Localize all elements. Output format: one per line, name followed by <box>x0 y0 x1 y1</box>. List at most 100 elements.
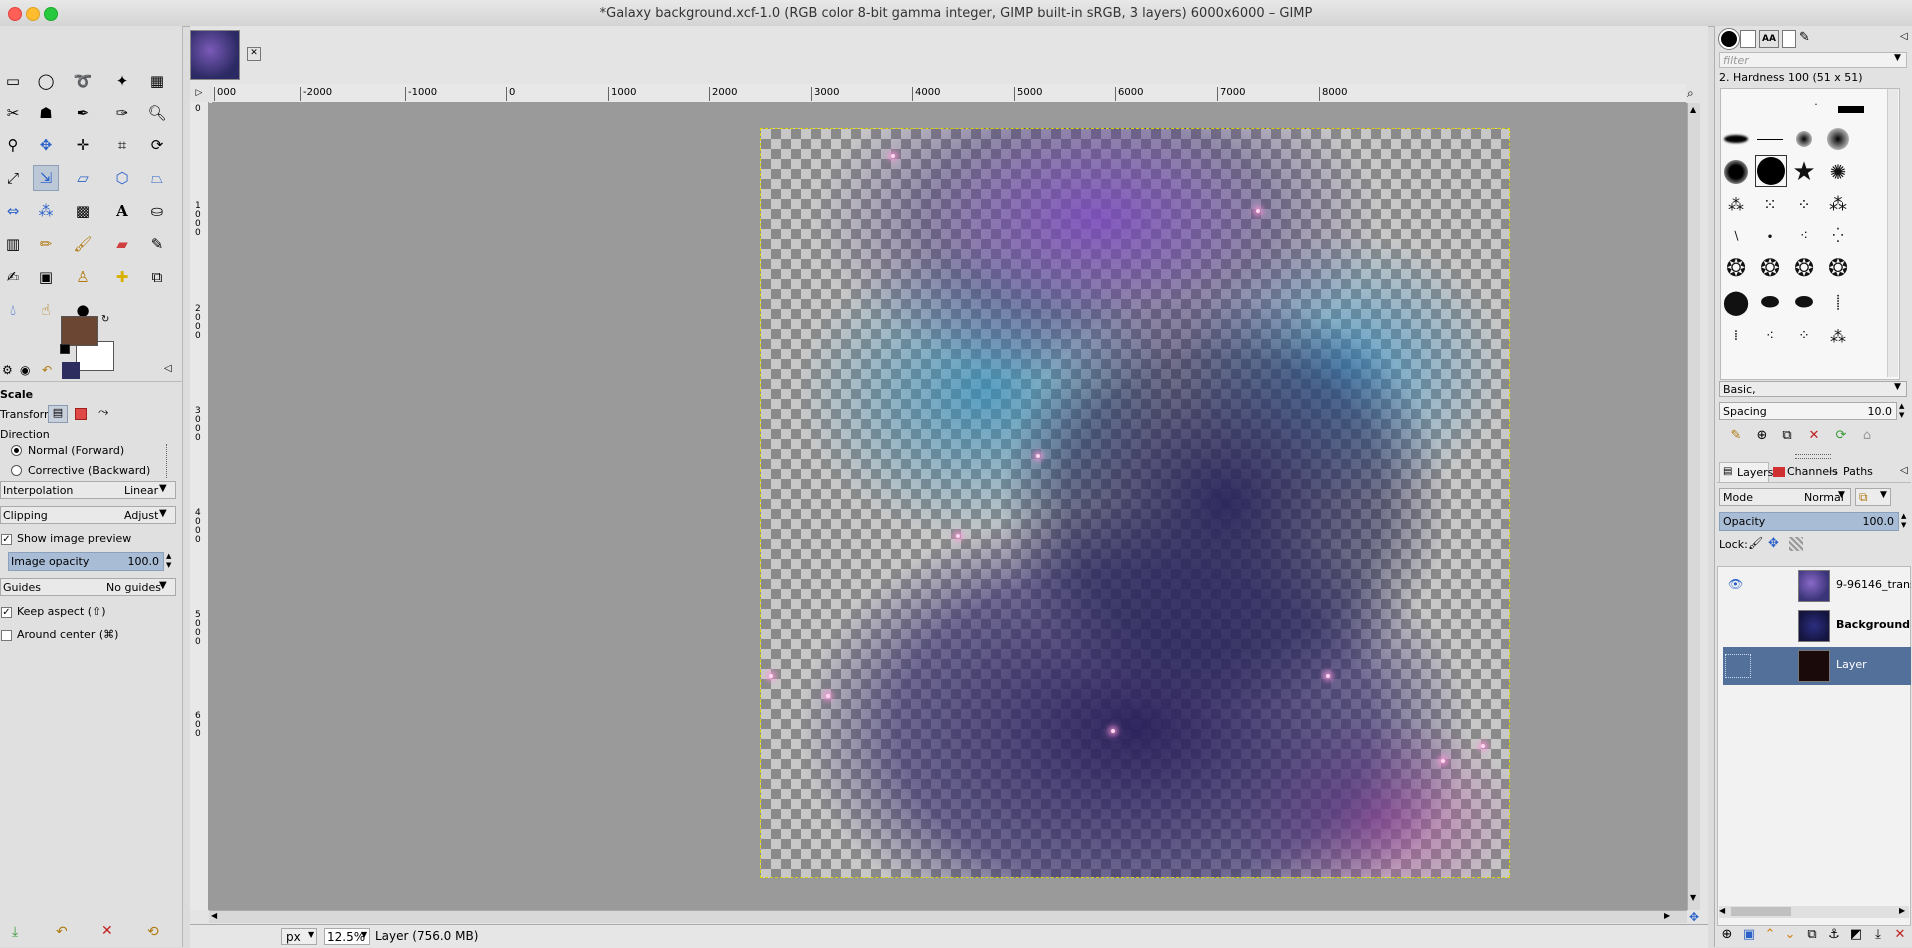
fonts-tab-icon[interactable]: AA <box>1759 30 1779 48</box>
layer-row-selected[interactable]: Layer <box>1723 647 1911 685</box>
transform-path-icon[interactable]: ⤳ <box>98 405 108 420</box>
gradient-checker-tool[interactable]: ▩ <box>70 198 96 224</box>
direction-normal-radio[interactable] <box>11 445 22 456</box>
raise-layer-icon[interactable]: ⌃ <box>1761 925 1779 943</box>
scroll-up-icon[interactable]: ▲ <box>1690 105 1696 114</box>
brush-item[interactable]: ★ <box>1789 157 1819 187</box>
eraser-tool[interactable]: ▰ <box>109 231 135 257</box>
layer-mode-combo[interactable]: Mode Normal ▼ <box>1719 488 1851 506</box>
brush-grid[interactable]: · ★ ✺ ⁂ ⁙ ⁘ ⁂ ∖ ∙ ⁖ ⁛ ❂ ❂ ❂ ❂ ⬤ ⬬ ⬬ ⸽ ⁞ … <box>1720 88 1900 380</box>
default-colors-icon[interactable] <box>60 344 70 354</box>
interpolation-combo[interactable]: Interpolation Linear ▼ <box>0 481 176 499</box>
align-tool[interactable]: ✛ <box>70 132 96 158</box>
brush-item[interactable]: ❂ <box>1721 253 1751 283</box>
ellipse-select-tool[interactable]: ◯ <box>33 68 59 94</box>
merge-layer-icon[interactable]: ⤓ <box>1869 925 1887 943</box>
layer-row[interactable]: Background <box>1723 607 1911 645</box>
measure-tool[interactable]: ⚲ <box>0 132 26 158</box>
configure-tab-icon[interactable]: ◁ <box>1900 465 1908 476</box>
perspective-clone-tool[interactable]: ⧉ <box>144 264 170 290</box>
transform-layer-icon[interactable]: ▤ <box>48 405 68 423</box>
close-icon[interactable]: ✕ <box>247 47 261 61</box>
tab-channels[interactable]: Channels <box>1771 462 1838 482</box>
perspective-tool[interactable]: ⏢ <box>144 165 170 191</box>
refresh-brushes-icon[interactable]: ⟳ <box>1832 426 1850 444</box>
shear-tool[interactable]: ▱ <box>70 165 96 191</box>
brush-item[interactable] <box>1823 124 1853 154</box>
unit-combo[interactable]: px ▼ <box>281 928 317 945</box>
brush-item[interactable]: ⁂ <box>1721 189 1751 219</box>
zoom-image-icon[interactable]: ⌕ <box>1687 86 1694 101</box>
bucket-fill-tool[interactable]: ⛀ <box>144 198 170 224</box>
vertical-scrollbar[interactable]: ▲ ▼ <box>1687 103 1700 910</box>
brush-item[interactable]: ❂ <box>1755 253 1785 283</box>
brush-item[interactable]: ❂ <box>1823 253 1853 283</box>
opacity-spinner[interactable]: ▲ ▼ <box>1901 512 1906 530</box>
canvas[interactable] <box>209 103 1687 910</box>
paintbrush-tool[interactable]: 🖌︎ <box>70 231 96 257</box>
brush-grid-scrollbar[interactable] <box>1887 89 1898 377</box>
horizontal-scrollbar[interactable]: ◀ ▶ <box>209 910 1687 923</box>
brush-item[interactable]: ⁞ <box>1721 321 1751 351</box>
configure-tab-icon[interactable]: ◁ <box>164 363 172 374</box>
scroll-right-icon[interactable]: ▶ <box>1899 906 1905 915</box>
lower-layer-icon[interactable]: ⌄ <box>1781 925 1799 943</box>
layer-row[interactable]: 👁︎ 9-96146_transpa <box>1723 567 1911 605</box>
mypaint-brush-tool[interactable]: ▣ <box>33 264 59 290</box>
duplicate-layer-icon[interactable]: ⧉ <box>1803 925 1821 943</box>
brush-item-selected[interactable] <box>1755 155 1787 187</box>
spacing-spinner[interactable]: ▲ ▼ <box>1899 402 1904 420</box>
color-select-tool[interactable]: ▦ <box>144 68 170 94</box>
lock-position-icon[interactable]: ✥ <box>1768 536 1779 551</box>
blend-tool[interactable]: ▥ <box>0 231 26 257</box>
brush-item[interactable] <box>1836 94 1866 124</box>
images-tab-icon[interactable] <box>62 362 80 379</box>
tab-paths[interactable]: ⤳ Paths <box>1827 462 1875 482</box>
dock-separator-grip[interactable] <box>1795 454 1831 459</box>
transform-selection-icon[interactable] <box>75 408 87 420</box>
brush-item[interactable]: ∙ <box>1755 221 1785 251</box>
brush-item[interactable]: ⁘ <box>1789 189 1819 219</box>
scroll-down-icon[interactable]: ▼ <box>1690 893 1696 902</box>
foreground-color-swatch[interactable] <box>61 316 98 346</box>
rotate-tool[interactable]: ⟳ <box>144 132 170 158</box>
color-picker-tool[interactable]: ✑ <box>109 100 135 126</box>
swap-colors-icon[interactable]: ↻ <box>101 314 109 325</box>
brush-item[interactable]: ∖ <box>1721 221 1751 251</box>
brush-item[interactable] <box>1721 157 1751 187</box>
scroll-left-icon[interactable]: ◀ <box>211 911 217 920</box>
lock-pixels-icon[interactable]: 🖌︎ <box>1748 536 1763 550</box>
scale-tool[interactable]: ⇲ <box>33 165 59 191</box>
image-layer-preview[interactable] <box>760 128 1510 878</box>
brush-item[interactable]: ❂ <box>1789 253 1819 283</box>
brush-item[interactable]: · <box>1801 89 1831 119</box>
keep-aspect-checkbox[interactable]: ✓ <box>1 607 12 618</box>
lock-alpha-icon[interactable] <box>1789 537 1803 551</box>
tool-presets-tab-icon[interactable]: ✎ <box>1799 30 1810 45</box>
brush-item[interactable] <box>1789 124 1819 154</box>
handle-transform-tool[interactable]: ⁂ <box>33 198 59 224</box>
configure-tab-icon[interactable]: ◁ <box>1900 31 1908 42</box>
image-tab[interactable]: ✕ <box>190 29 261 81</box>
direction-corrective-radio[interactable] <box>11 465 22 476</box>
new-layer-group-icon[interactable]: ▣ <box>1740 925 1758 943</box>
brush-item[interactable]: ✺ <box>1823 157 1853 187</box>
crop-tool[interactable]: ⌗ <box>109 132 135 158</box>
blur-tool[interactable]: 💧︎ <box>0 297 26 323</box>
brush-item[interactable] <box>1755 124 1785 154</box>
guides-combo[interactable]: Guides No guides ▼ <box>0 578 176 596</box>
brush-item[interactable]: ⬬ <box>1789 287 1819 317</box>
new-brush-icon[interactable]: ⊕ <box>1753 426 1771 444</box>
scroll-left-icon[interactable]: ◀ <box>1719 906 1725 915</box>
navigate-icon[interactable]: ✥ <box>1689 910 1699 924</box>
ink-tool[interactable]: ✍ <box>0 264 26 290</box>
layer-opacity-slider[interactable]: Opacity 100.0 <box>1719 512 1899 531</box>
duplicate-brush-icon[interactable]: ⧉ <box>1778 426 1796 444</box>
new-layer-icon[interactable]: ⊕ <box>1718 925 1736 943</box>
undo-history-tab-icon[interactable]: ↶ <box>42 363 52 377</box>
anchor-layer-icon[interactable]: ⚓ <box>1825 925 1843 943</box>
unified-transform-tool[interactable]: ⤢ <box>0 165 26 191</box>
foreground-select-tool[interactable]: ☗ <box>33 100 59 126</box>
clipping-combo[interactable]: Clipping Adjust ▼ <box>0 506 176 524</box>
delete-layer-icon[interactable]: ✕ <box>1891 925 1909 943</box>
